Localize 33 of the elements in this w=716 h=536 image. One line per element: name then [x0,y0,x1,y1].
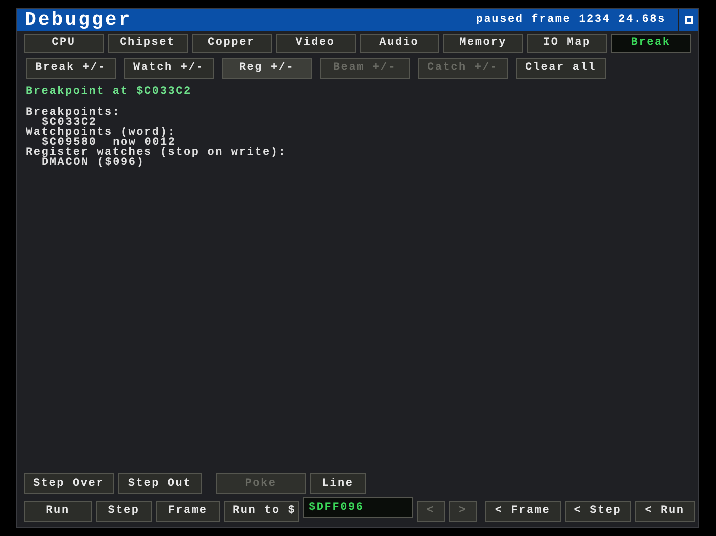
toolbar-button[interactable]: Step Out [118,473,202,494]
window-title: Debugger [25,10,132,30]
toolbar-button[interactable]: Clear all [516,58,606,79]
toolbar-button[interactable]: Frame [156,501,220,522]
status-message: Breakpoint at $C033C2 [26,86,192,98]
section-heading: Register watches (stop on write): [26,148,287,158]
tab[interactable]: Break [611,34,691,53]
section-entry: $C033C2 [42,118,98,128]
toolbar-button[interactable]: Run to $ [224,501,299,522]
address-field[interactable]: $DFF096 [303,497,413,518]
tab[interactable]: CPU [24,34,104,53]
tab[interactable]: IO Map [527,34,608,53]
tab[interactable]: Video [276,34,356,53]
toolbar-button[interactable]: Break +/- [26,58,116,79]
tab[interactable]: Chipset [108,34,188,53]
tab[interactable]: Copper [192,34,272,53]
toolbar-button[interactable]: < Step [565,501,631,522]
toolbar-button[interactable]: < Frame [485,501,561,522]
toolbar-button[interactable]: Watch +/- [124,58,214,79]
section-entry: DMACON ($096) [42,158,145,168]
tab[interactable]: Memory [443,34,524,53]
toolbar-button[interactable]: Step [96,501,152,522]
section-entry: $C09580 now 0012 [42,138,176,148]
toolbar-button[interactable]: < Run [635,501,695,522]
toolbar-button[interactable]: Step Over [24,473,114,494]
square-icon [684,16,692,24]
section-heading: Breakpoints: [26,108,121,118]
toolbar-button[interactable]: Reg +/- [222,58,312,79]
tab[interactable]: Audio [360,34,440,53]
toolbar-button[interactable]: Run [24,501,92,522]
status-text: paused frame 1234 24.68s [476,12,666,28]
toolbar-button[interactable]: Line [310,473,366,494]
section-heading: Watchpoints (word): [26,128,176,138]
